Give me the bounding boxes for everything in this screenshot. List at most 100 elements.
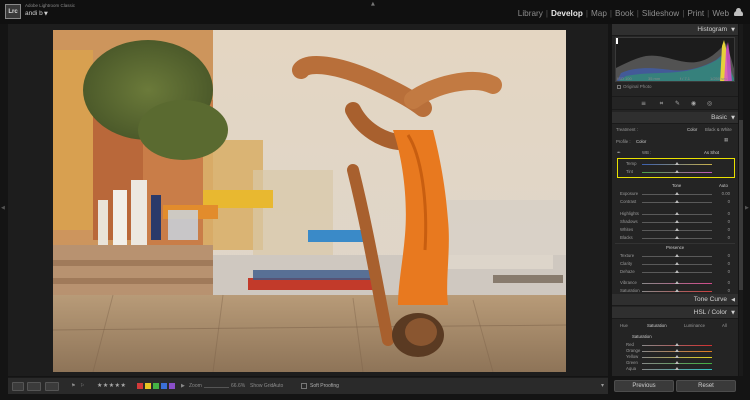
clarity-value[interactable]: 0: [728, 261, 730, 266]
collapse-caret-icon[interactable]: ▼: [731, 27, 735, 33]
edit-sliders-icon[interactable]: ≡: [640, 100, 647, 107]
hsl-tab-hue[interactable]: Hue: [620, 323, 628, 328]
soft-proofing-checkbox[interactable]: [301, 383, 307, 389]
whites-value[interactable]: 0: [728, 227, 730, 232]
hsl-red-thumb[interactable]: [675, 343, 679, 346]
hsl-orange-thumb[interactable]: [675, 349, 679, 352]
color-label-blue[interactable]: [161, 383, 167, 389]
hsl-tab-all[interactable]: All: [722, 323, 727, 328]
shadows-value[interactable]: 0: [728, 219, 730, 224]
texture-value[interactable]: 0: [728, 253, 730, 258]
module-book[interactable]: Book: [615, 9, 634, 18]
highlights-slider-thumb[interactable]: [675, 212, 679, 215]
hsl-aqua-thumb[interactable]: [675, 367, 679, 370]
collapse-caret-icon[interactable]: ▼: [731, 310, 735, 316]
histogram-header[interactable]: Histogram ▼: [612, 24, 738, 36]
blacks-slider-thumb[interactable]: [675, 236, 679, 239]
crop-icon[interactable]: ⌗: [658, 100, 665, 107]
tone-curve-header[interactable]: Tone Curve ◀: [612, 294, 738, 306]
photo-image[interactable]: [53, 30, 566, 372]
exposure-value[interactable]: 0.00: [722, 191, 730, 196]
vibrance-value[interactable]: 0: [728, 280, 730, 285]
texture-slider-thumb[interactable]: [675, 254, 679, 257]
original-photo-checkbox[interactable]: [617, 84, 621, 89]
reset-button[interactable]: Reset: [676, 380, 736, 392]
previous-button[interactable]: Previous: [614, 380, 674, 392]
tone-label: Tone: [672, 183, 682, 188]
module-slideshow[interactable]: Slideshow: [642, 9, 679, 18]
wb-label: WB :: [642, 150, 652, 155]
color-label-yellow[interactable]: [145, 383, 151, 389]
temp-slider-thumb[interactable]: [675, 162, 679, 165]
reject-flag-icon[interactable]: ⚐: [80, 383, 84, 389]
red-eye-icon[interactable]: ◉: [690, 100, 697, 107]
wb-select[interactable]: As Shot: [704, 150, 719, 155]
collapse-right-panel-icon[interactable]: ▶: [745, 205, 749, 211]
whites-slider-thumb[interactable]: [675, 228, 679, 231]
hsl-section-label: Saturation: [632, 334, 652, 339]
contrast-slider-thumb[interactable]: [675, 200, 679, 203]
module-library[interactable]: Library: [518, 9, 543, 18]
expand-caret-icon[interactable]: ◀: [731, 297, 735, 303]
module-print[interactable]: Print: [687, 9, 704, 18]
cloud-sync-icon[interactable]: [734, 8, 743, 16]
treatment-bw-option[interactable]: Black & White: [705, 127, 732, 132]
treatment-color-option[interactable]: Color: [687, 127, 697, 132]
panel-scrollbar-thumb[interactable]: [739, 120, 743, 290]
color-label-purple[interactable]: [169, 383, 175, 389]
show-grid-select[interactable]: Auto: [273, 383, 283, 389]
exposure-slider-thumb[interactable]: [675, 192, 679, 195]
saturation-slider-thumb[interactable]: [675, 289, 679, 292]
hsl-tab-saturation[interactable]: Saturation: [647, 323, 667, 328]
before-after-button[interactable]: [27, 382, 41, 391]
basic-header[interactable]: Basic ▼: [612, 112, 738, 124]
tint-slider-thumb[interactable]: [675, 170, 679, 173]
develop-tool-strip: ≡ ⌗ ✎ ◉ ◎: [612, 96, 738, 110]
basic-title: Basic: [711, 114, 727, 121]
tone-curve-title: Tone Curve: [693, 296, 727, 303]
wb-eyedropper-icon[interactable]: ✒: [617, 150, 621, 156]
saturation-value[interactable]: 0: [728, 288, 730, 293]
color-label-green[interactable]: [153, 383, 159, 389]
tone-auto-button[interactable]: Auto: [719, 183, 728, 188]
profile-browser-icon[interactable]: ▦: [724, 137, 728, 143]
module-map[interactable]: Map: [591, 9, 607, 18]
color-label-red[interactable]: [137, 383, 143, 389]
clarity-label: Clarity: [620, 261, 633, 266]
section-divider: [615, 243, 735, 244]
histogram-aperture: f / 7.1: [680, 76, 691, 81]
histogram-iso: ISO 100: [617, 76, 632, 81]
hsl-header[interactable]: HSL / Color ▼: [612, 307, 738, 319]
shadows-slider-thumb[interactable]: [675, 220, 679, 223]
compare-view-button[interactable]: [45, 382, 59, 391]
original-photo-toggle[interactable]: Original Photo: [617, 84, 652, 89]
expand-left-panel-icon[interactable]: ◀: [1, 205, 5, 211]
clarity-slider-thumb[interactable]: [675, 262, 679, 265]
healing-brush-icon[interactable]: ✎: [674, 100, 681, 107]
dehaze-slider-thumb[interactable]: [675, 270, 679, 273]
contrast-value[interactable]: 0: [728, 199, 730, 204]
masking-icon[interactable]: ◎: [706, 100, 713, 107]
flag-icon[interactable]: ⚑: [71, 383, 75, 389]
hsl-tab-luminance[interactable]: Luminance: [684, 323, 705, 328]
loupe-view-button[interactable]: [12, 382, 24, 391]
hsl-yellow-thumb[interactable]: [675, 355, 679, 358]
blacks-value[interactable]: 0: [728, 235, 730, 240]
rating-stars[interactable]: ★★★★★: [97, 382, 126, 389]
zoom-slider[interactable]: [204, 387, 229, 388]
user-menu-caret-icon[interactable]: ▼: [44, 11, 48, 17]
vibrance-slider-thumb[interactable]: [675, 281, 679, 284]
collapse-top-panel-icon[interactable]: ▲: [371, 1, 375, 7]
collapse-caret-icon[interactable]: ▼: [731, 115, 735, 121]
module-web[interactable]: Web: [712, 9, 729, 18]
highlights-value[interactable]: 0: [728, 211, 730, 216]
contrast-label: Contrast: [620, 199, 637, 204]
profile-select[interactable]: Color: [636, 139, 646, 144]
module-develop[interactable]: Develop: [551, 9, 583, 18]
play-icon[interactable]: ▶: [181, 383, 185, 389]
toolbar-menu-caret-icon[interactable]: ▾: [601, 382, 604, 389]
dehaze-value[interactable]: 0: [728, 269, 730, 274]
user-name[interactable]: andi b: [25, 10, 43, 17]
hsl-green-thumb[interactable]: [675, 361, 679, 364]
hsl-green-label: Green: [626, 360, 638, 365]
